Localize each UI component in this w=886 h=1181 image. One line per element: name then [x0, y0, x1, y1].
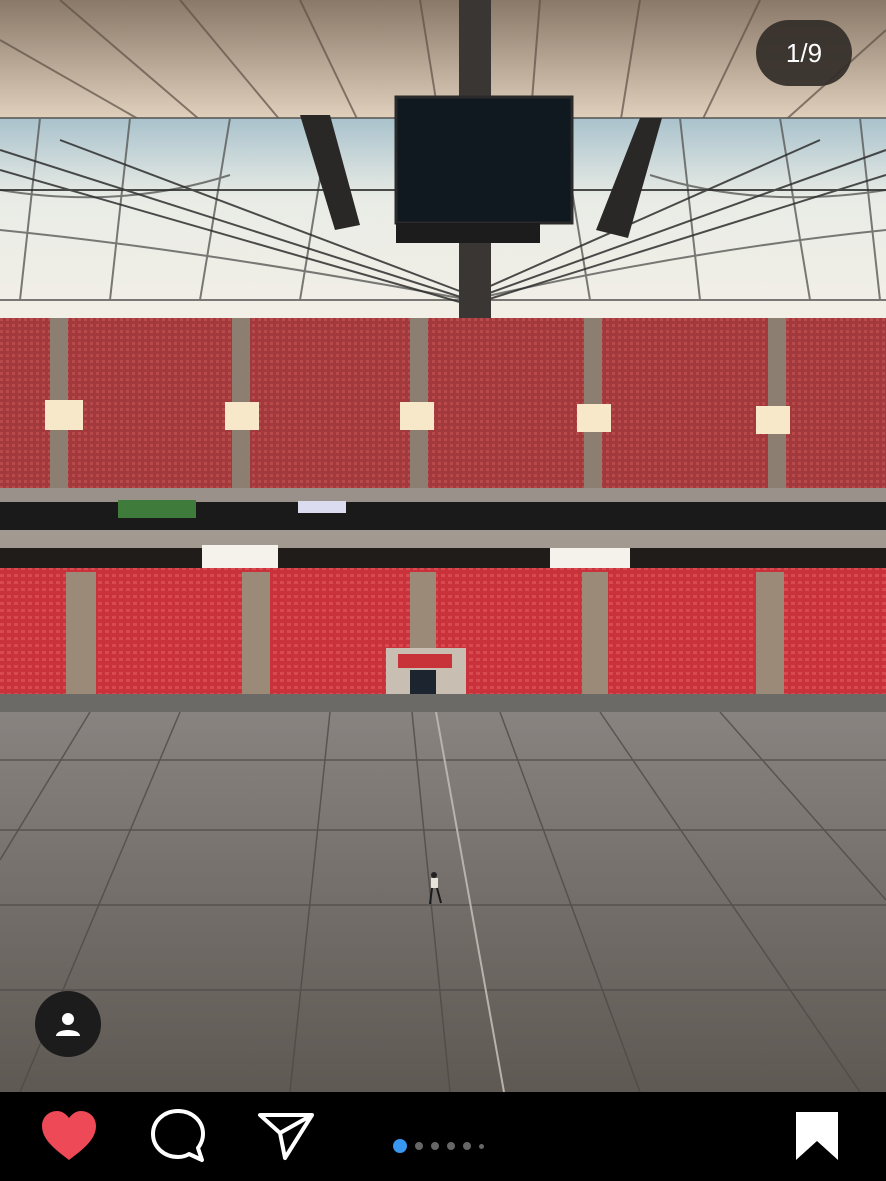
post-photo[interactable]: 1/9 [0, 0, 886, 1092]
post-action-bar [0, 1092, 886, 1181]
carousel-dot [463, 1142, 471, 1150]
instagram-post: 1/9 [0, 0, 886, 1181]
carousel-counter: 1/9 [756, 20, 852, 86]
carousel-dot [431, 1142, 439, 1150]
carousel-indicator [393, 1139, 484, 1153]
like-button[interactable] [39, 1110, 99, 1166]
user-icon [54, 1010, 82, 1038]
comment-button[interactable] [148, 1108, 208, 1169]
share-button[interactable] [256, 1110, 316, 1166]
tagged-people-button[interactable] [35, 991, 101, 1057]
stadium-photo [0, 0, 886, 1092]
carousel-dot [479, 1143, 484, 1149]
carousel-dot [393, 1139, 407, 1153]
carousel-dot [415, 1142, 423, 1150]
paper-plane-icon [257, 1111, 315, 1166]
save-button[interactable] [787, 1110, 847, 1166]
carousel-dot [447, 1142, 455, 1150]
carousel-counter-text: 1/9 [785, 37, 823, 68]
bookmark-filled-icon [794, 1110, 840, 1167]
heart-filled-icon [40, 1110, 98, 1167]
speech-bubble-icon [150, 1108, 206, 1169]
